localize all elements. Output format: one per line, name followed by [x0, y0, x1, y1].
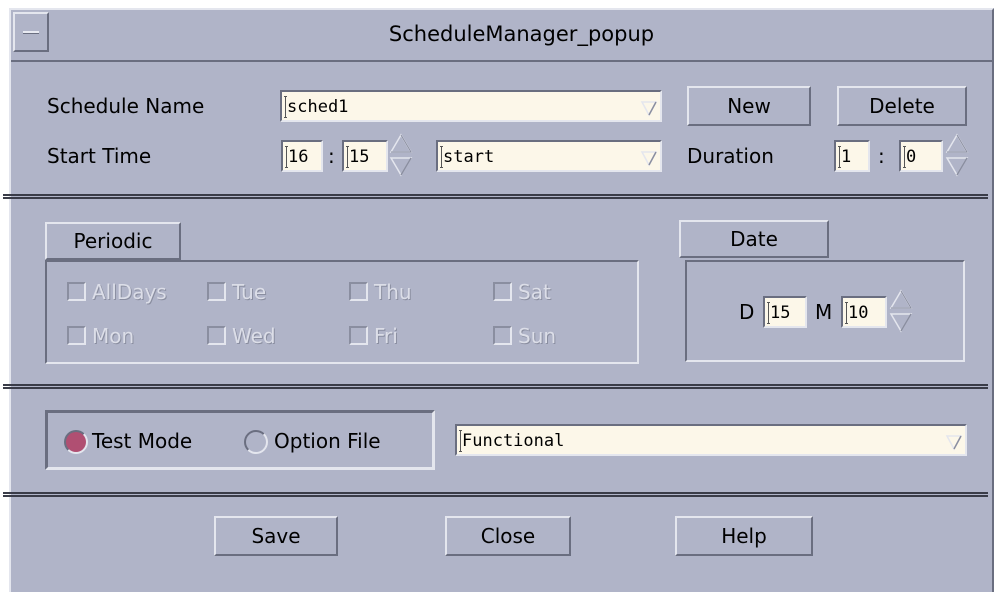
window-menu-icon — [23, 31, 39, 34]
separator — [3, 194, 988, 199]
checkbox-alldays[interactable]: AllDays — [67, 280, 167, 304]
mode-value: Functional — [462, 431, 565, 451]
start-time-colon: : — [328, 144, 335, 168]
schedule-name-value: sched1 — [287, 97, 349, 117]
delete-button[interactable]: Delete — [837, 86, 967, 126]
checkbox-icon — [493, 326, 512, 345]
window-menu-button[interactable] — [13, 12, 49, 52]
checkbox-tue[interactable]: Tue — [207, 280, 266, 304]
start-time-spinner-icon[interactable] — [389, 132, 413, 178]
date-panel: D 15 M 10 — [685, 260, 965, 362]
checkbox-sun[interactable]: Sun — [493, 324, 556, 348]
checkbox-thu[interactable]: Thu — [349, 280, 412, 304]
start-action-value: start — [443, 147, 495, 167]
separator — [3, 492, 988, 497]
checkbox-icon — [207, 326, 226, 345]
checkbox-mon[interactable]: Mon — [67, 324, 134, 348]
mode-combo[interactable]: Functional — [455, 424, 967, 456]
day-field[interactable]: 15 — [763, 296, 807, 328]
checkbox-icon — [207, 282, 226, 301]
date-spinner-icon[interactable] — [889, 288, 913, 334]
checkbox-sat[interactable]: Sat — [493, 280, 551, 304]
duration-label: Duration — [687, 144, 774, 168]
chevron-down-icon[interactable] — [640, 95, 658, 119]
day-label: D — [739, 300, 755, 324]
tab-periodic[interactable]: Periodic — [45, 222, 181, 260]
duration-minutes-field[interactable]: 0 — [899, 140, 943, 172]
checkbox-icon — [493, 282, 512, 301]
duration-colon: : — [878, 144, 885, 168]
tab-date[interactable]: Date — [679, 220, 829, 258]
start-minute-field[interactable]: 15 — [342, 140, 388, 172]
schedule-name-combo[interactable]: sched1 — [280, 90, 662, 122]
option-file-label[interactable]: Option File — [274, 429, 381, 453]
chevron-down-icon[interactable] — [640, 145, 658, 169]
start-hour-field[interactable]: 16 — [281, 140, 323, 172]
month-field[interactable]: 10 — [841, 296, 887, 328]
test-mode-label[interactable]: Test Mode — [92, 429, 192, 453]
title-bar: ScheduleManager_popup — [11, 10, 992, 62]
separator — [3, 384, 988, 389]
schedule-manager-window: ScheduleManager_popup Schedule Name sche… — [3, 8, 994, 592]
checkbox-icon — [67, 326, 86, 345]
close-button[interactable]: Close — [445, 516, 571, 556]
periodic-days-panel: AllDays Tue Thu Sat Mon Wed Fri Sun — [45, 260, 639, 364]
month-label: M — [815, 300, 833, 324]
start-time-label: Start Time — [47, 144, 152, 168]
schedule-name-label: Schedule Name — [47, 94, 205, 118]
radio-option-file[interactable] — [244, 430, 268, 454]
checkbox-icon — [349, 326, 368, 345]
duration-hours-field[interactable]: 1 — [834, 140, 870, 172]
chevron-down-icon[interactable] — [945, 429, 963, 453]
window-title: ScheduleManager_popup — [388, 22, 655, 46]
checkbox-fri[interactable]: Fri — [349, 324, 398, 348]
checkbox-icon — [349, 282, 368, 301]
checkbox-wed[interactable]: Wed — [207, 324, 276, 348]
help-button[interactable]: Help — [675, 516, 813, 556]
duration-spinner-icon[interactable] — [945, 132, 969, 178]
radio-test-mode[interactable] — [64, 430, 88, 454]
new-button[interactable]: New — [687, 86, 811, 126]
mode-radio-group: Test Mode Option File — [45, 410, 435, 470]
start-action-combo[interactable]: start — [436, 140, 662, 172]
checkbox-icon — [67, 282, 86, 301]
save-button[interactable]: Save — [214, 516, 338, 556]
